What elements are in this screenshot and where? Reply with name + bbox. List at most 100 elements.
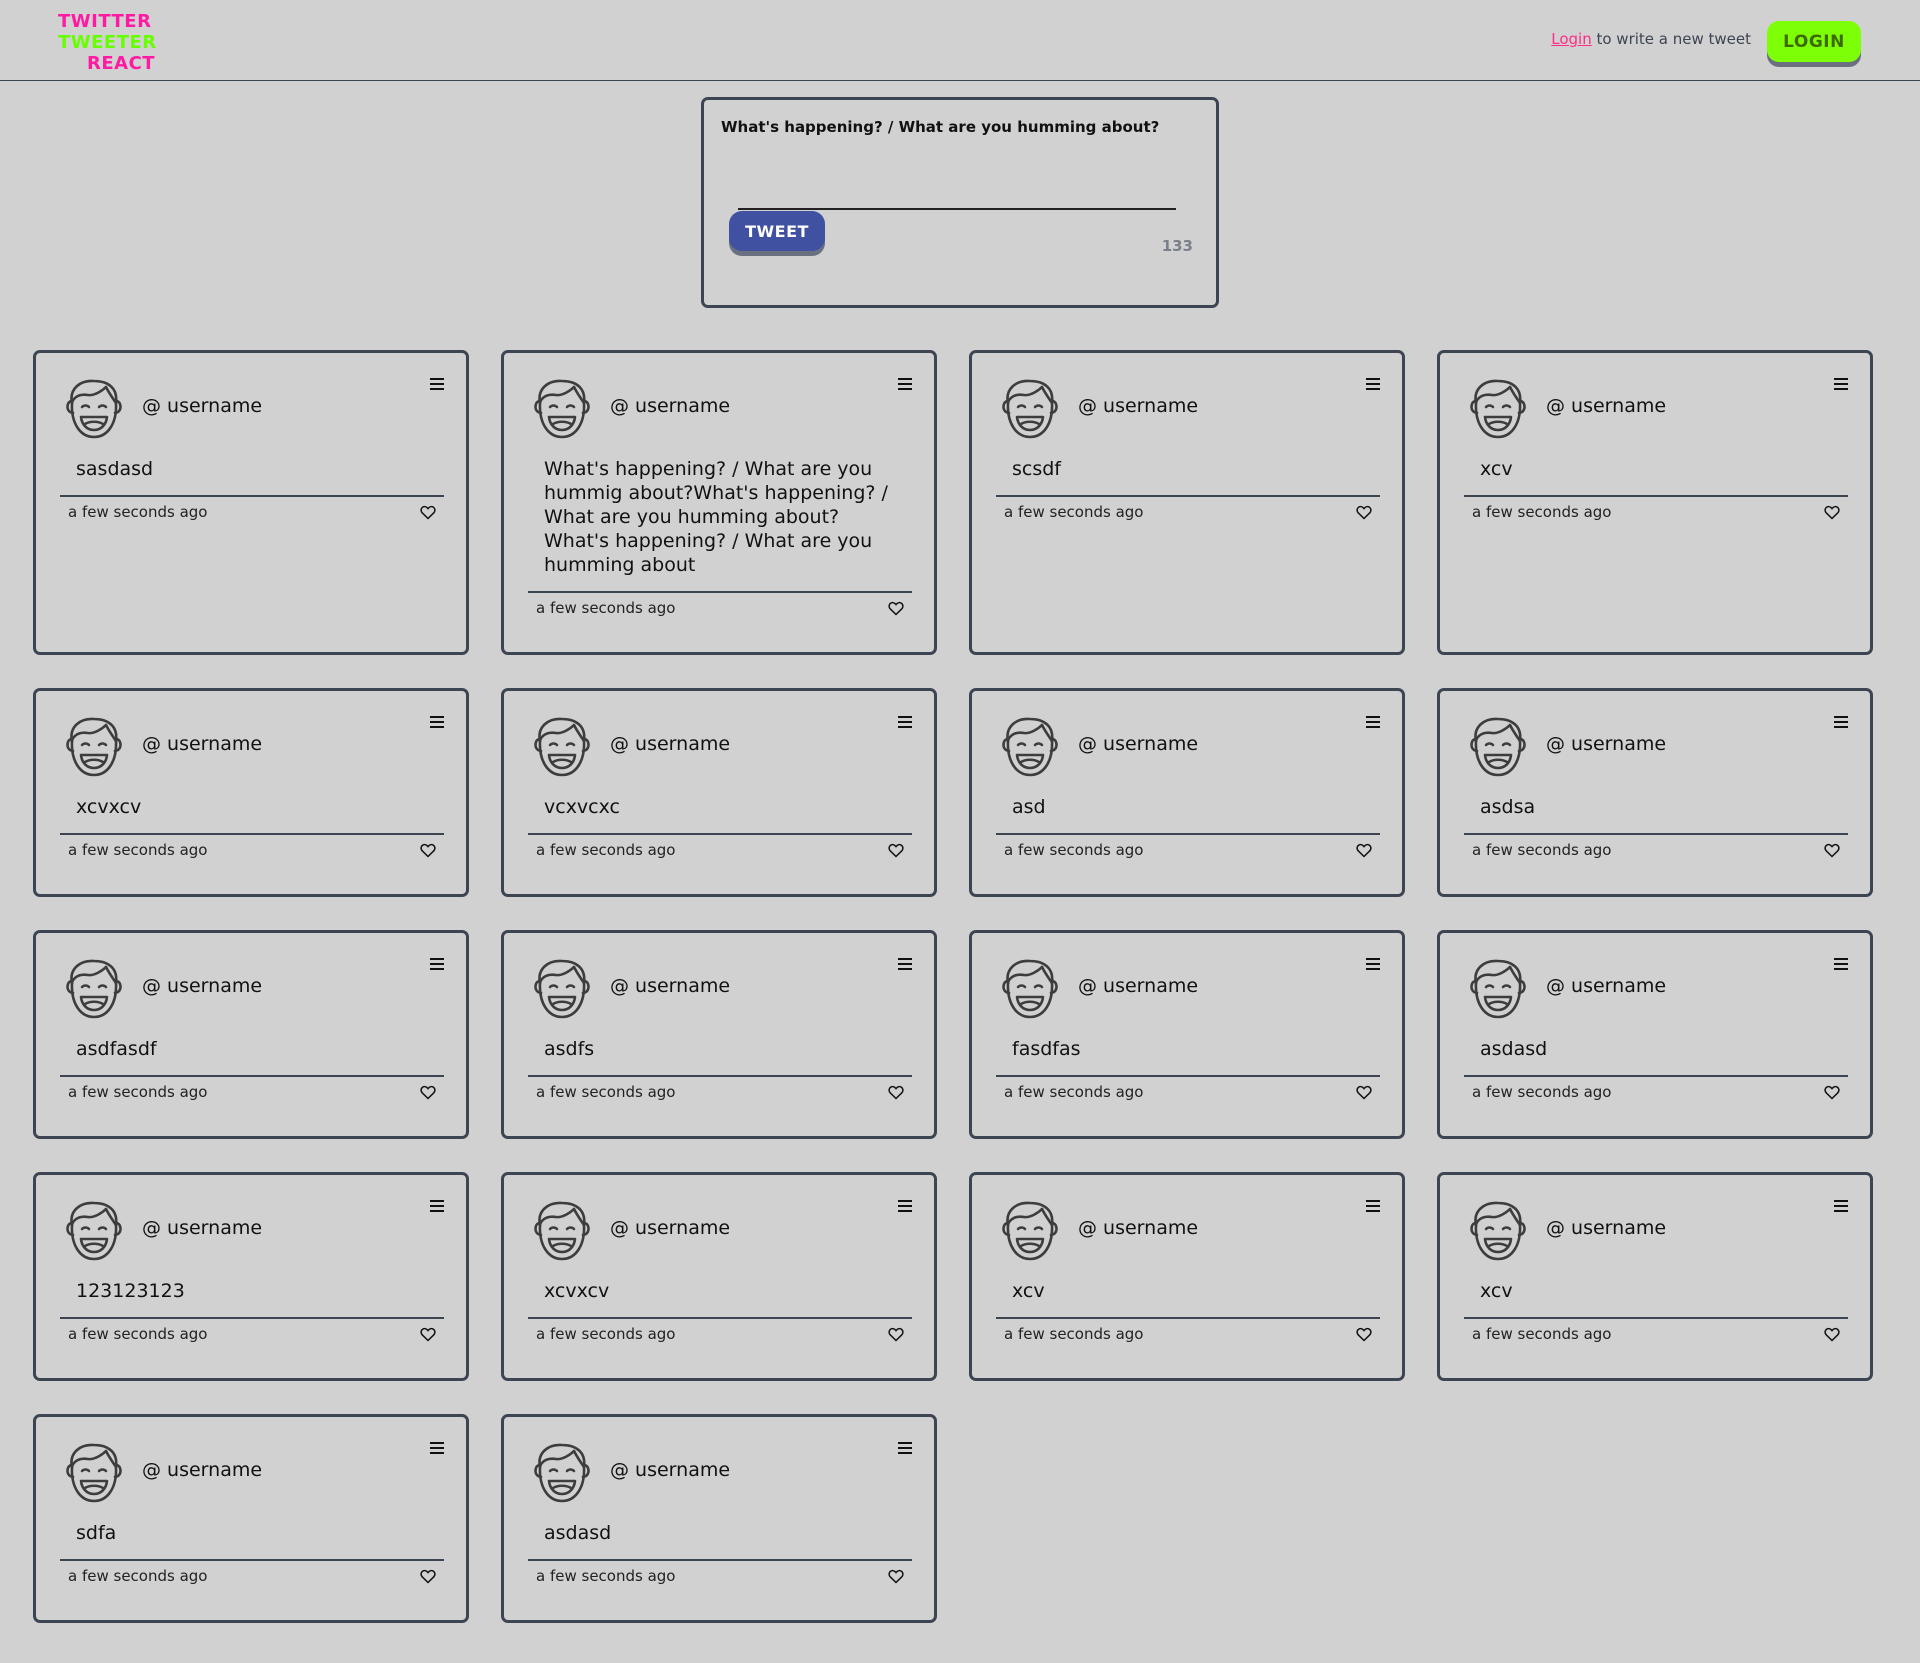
username[interactable]: @ username [1546,733,1666,755]
heart-icon[interactable] [1824,505,1840,520]
username[interactable]: @ username [610,1459,730,1481]
heart-icon[interactable] [1356,1085,1372,1100]
heart-icon[interactable] [420,1569,436,1584]
hamburger-menu-icon[interactable] [1366,716,1380,728]
hamburger-menu-icon[interactable] [898,378,912,390]
hamburger-menu-icon[interactable] [430,378,444,390]
username[interactable]: @ username [142,395,262,417]
hamburger-menu-icon[interactable] [1834,716,1848,728]
heart-icon[interactable] [1824,843,1840,858]
hamburger-menu-icon[interactable] [1834,1200,1848,1212]
character-counter: 133 [1161,237,1193,255]
heart-icon[interactable] [888,601,904,616]
tweet-timestamp: a few seconds ago [68,1567,208,1585]
hamburger-menu-icon[interactable] [430,716,444,728]
tweet-timestamp: a few seconds ago [536,1325,676,1343]
tweet-text: xcv [1012,1280,1045,1302]
tweet-timestamp: a few seconds ago [68,1325,208,1343]
username[interactable]: @ username [1078,1217,1198,1239]
username[interactable]: @ username [610,733,730,755]
heart-icon[interactable] [888,1569,904,1584]
heart-icon[interactable] [420,1327,436,1342]
heart-icon[interactable] [420,1085,436,1100]
username[interactable]: @ username [1546,1217,1666,1239]
avatar-icon [1470,959,1526,1019]
tweet-card: @ username fasdfas a few seconds ago [969,930,1405,1139]
hamburger-menu-icon[interactable] [1366,1200,1380,1212]
hamburger-menu-icon[interactable] [898,958,912,970]
username[interactable]: @ username [1078,733,1198,755]
card-divider [1464,1075,1848,1077]
username[interactable]: @ username [142,1217,262,1239]
avatar-icon [534,1201,590,1261]
tweet-text: asd [1012,796,1046,818]
heart-icon[interactable] [1824,1085,1840,1100]
card-divider [60,1317,444,1319]
tweet-text: xcv [1480,1280,1513,1302]
hamburger-menu-icon[interactable] [1366,378,1380,390]
avatar-icon [1002,959,1058,1019]
avatar-icon [66,1443,122,1503]
tweet-text: asdasd [544,1522,612,1544]
hamburger-menu-icon[interactable] [898,716,912,728]
tweet-text: xcvxcv [544,1280,610,1302]
tweet-text: 123123123 [76,1280,185,1302]
heart-icon[interactable] [1356,843,1372,858]
tweet-timestamp: a few seconds ago [536,599,676,617]
heart-icon[interactable] [1356,505,1372,520]
hamburger-menu-icon[interactable] [430,1200,444,1212]
tweet-timestamp: a few seconds ago [1004,503,1144,521]
app-logo[interactable]: TWITTER TWEETER REACT [58,11,158,74]
hamburger-menu-icon[interactable] [430,958,444,970]
hamburger-menu-icon[interactable] [1366,958,1380,970]
tweet-text: asdfasdf [76,1038,157,1060]
hamburger-menu-icon[interactable] [1834,378,1848,390]
tweet-card: @ username xcvxcv a few seconds ago [33,688,469,897]
login-link[interactable]: Login [1551,30,1591,48]
username[interactable]: @ username [1078,395,1198,417]
login-button[interactable]: LOGIN [1767,21,1861,62]
tweet-card: @ username asdsa a few seconds ago [1437,688,1873,897]
username[interactable]: @ username [142,1459,262,1481]
heart-icon[interactable] [888,843,904,858]
tweet-card: @ username xcvxcv a few seconds ago [501,1172,937,1381]
username[interactable]: @ username [1546,395,1666,417]
tweet-timestamp: a few seconds ago [1004,1325,1144,1343]
tweet-text: sasdasd [76,458,154,480]
tweet-timestamp: a few seconds ago [1472,1325,1612,1343]
card-divider [528,833,912,835]
username[interactable]: @ username [610,395,730,417]
hamburger-menu-icon[interactable] [898,1200,912,1212]
username[interactable]: @ username [1078,975,1198,997]
username[interactable]: @ username [142,975,262,997]
heart-icon[interactable] [888,1085,904,1100]
tweet-text: xcvxcv [76,796,142,818]
tweet-card: @ username vcxvcxc a few seconds ago [501,688,937,897]
hamburger-menu-icon[interactable] [430,1442,444,1454]
login-hint-text: to write a new tweet [1591,30,1751,48]
avatar-icon [1002,379,1058,439]
avatar-icon [534,959,590,1019]
username[interactable]: @ username [142,733,262,755]
tweet-card: @ username xcv a few seconds ago [969,1172,1405,1381]
heart-icon[interactable] [1356,1327,1372,1342]
username[interactable]: @ username [610,975,730,997]
username[interactable]: @ username [1546,975,1666,997]
username[interactable]: @ username [610,1217,730,1239]
heart-icon[interactable] [420,843,436,858]
tweet-card: @ username asd a few seconds ago [969,688,1405,897]
avatar-icon [1470,1201,1526,1261]
tweet-timestamp: a few seconds ago [1004,1083,1144,1101]
heart-icon[interactable] [888,1327,904,1342]
hamburger-menu-icon[interactable] [898,1442,912,1454]
heart-icon[interactable] [1824,1327,1840,1342]
tweet-button[interactable]: TWEET [729,211,825,251]
top-bar: TWITTER TWEETER REACT Login to write a n… [0,0,1920,81]
heart-icon[interactable] [420,505,436,520]
tweet-timestamp: a few seconds ago [1472,1083,1612,1101]
hamburger-menu-icon[interactable] [1834,958,1848,970]
tweet-timestamp: a few seconds ago [68,1083,208,1101]
tweet-text: What's happening? / What are you hummig … [544,458,888,576]
tweet-timestamp: a few seconds ago [536,1083,676,1101]
tweet-input[interactable] [738,184,1176,210]
